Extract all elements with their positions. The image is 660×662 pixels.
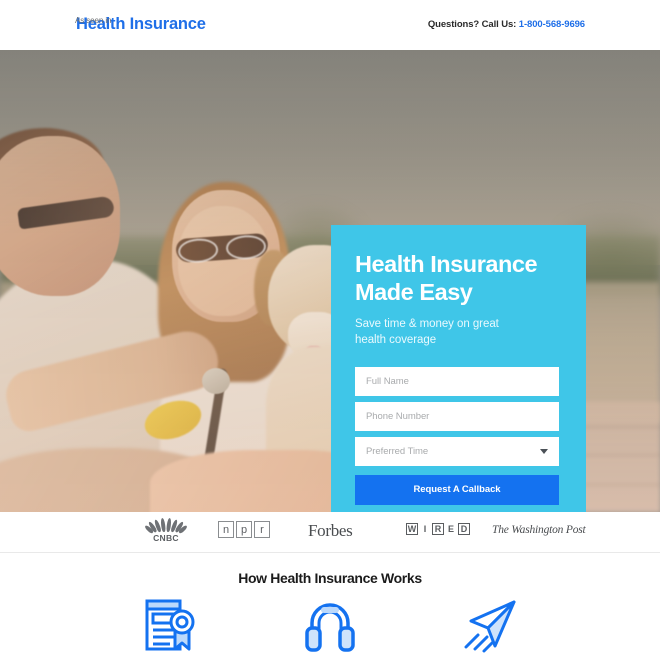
form-heading: Health Insurance Made Easy <box>355 251 562 307</box>
site-header: Health Insurance Questions? Call Us: 1-8… <box>0 0 660 50</box>
npr-letter: n <box>218 521 234 538</box>
npr-letter: p <box>236 521 252 538</box>
preferred-time-select[interactable]: Preferred Time <box>355 436 559 466</box>
full-name-placeholder: Full Name <box>366 375 409 387</box>
wired-letter: R <box>432 523 444 535</box>
chevron-down-icon <box>540 448 548 454</box>
certificate-icon <box>145 599 195 651</box>
headphones-icon <box>305 603 355 652</box>
paper-plane-icon <box>464 600 516 653</box>
wired-letter: D <box>458 523 470 535</box>
wired-letter: E <box>447 524 454 534</box>
how-it-works-title: How Health Insurance Works <box>238 570 422 586</box>
hero-section: Health Insurance Made Easy Save time & m… <box>0 50 660 512</box>
npr-letter: r <box>254 521 270 538</box>
full-name-field[interactable]: Full Name <box>355 366 559 396</box>
lead-capture-form: Health Insurance Made Easy Save time & m… <box>331 225 586 512</box>
call-label: Questions? Call Us: <box>427 19 517 30</box>
phone-number-placeholder: Phone Number <box>366 410 430 422</box>
step-1 <box>125 597 215 655</box>
wired-letter: W <box>406 523 418 535</box>
step-2 <box>285 597 375 655</box>
form-heading-line2: Made Easy <box>355 278 473 305</box>
request-callback-button[interactable]: Request A Callback <box>355 474 559 505</box>
preferred-time-placeholder: Preferred Time <box>366 445 429 457</box>
cnbc-wordmark: CNBC <box>153 533 179 543</box>
logo-washington-post: The Washington Post <box>492 524 586 536</box>
cnbc-peacock-icon <box>140 517 192 535</box>
as-seen-in-label: As seen in <box>75 16 112 25</box>
form-heading-line1: Health Insurance <box>355 251 538 277</box>
logo-cnbc: CNBC <box>140 517 192 543</box>
step-3 <box>445 597 535 655</box>
form-subheading: Save time & money on great health covera… <box>355 316 562 349</box>
call-number-link[interactable]: 1-800-568-9696 <box>519 19 585 30</box>
how-it-works-icons <box>0 597 660 655</box>
form-subheading-line1: Save time & money on great <box>355 317 499 330</box>
wired-letter: I <box>423 524 427 534</box>
form-subheading-line2: health coverage <box>355 334 437 347</box>
phone-number-field[interactable]: Phone Number <box>355 401 559 431</box>
contact-phone: Questions? Call Us: 1-800-568-9696 <box>428 19 585 30</box>
logo-wired: W I R E D <box>406 523 470 535</box>
logo-forbes: Forbes <box>308 521 353 540</box>
logo-npr: n p r <box>218 521 270 538</box>
how-it-works-section: How Health Insurance Works <box>0 553 660 662</box>
landing-page: Health Insurance Questions? Call Us: 1-8… <box>0 0 660 662</box>
